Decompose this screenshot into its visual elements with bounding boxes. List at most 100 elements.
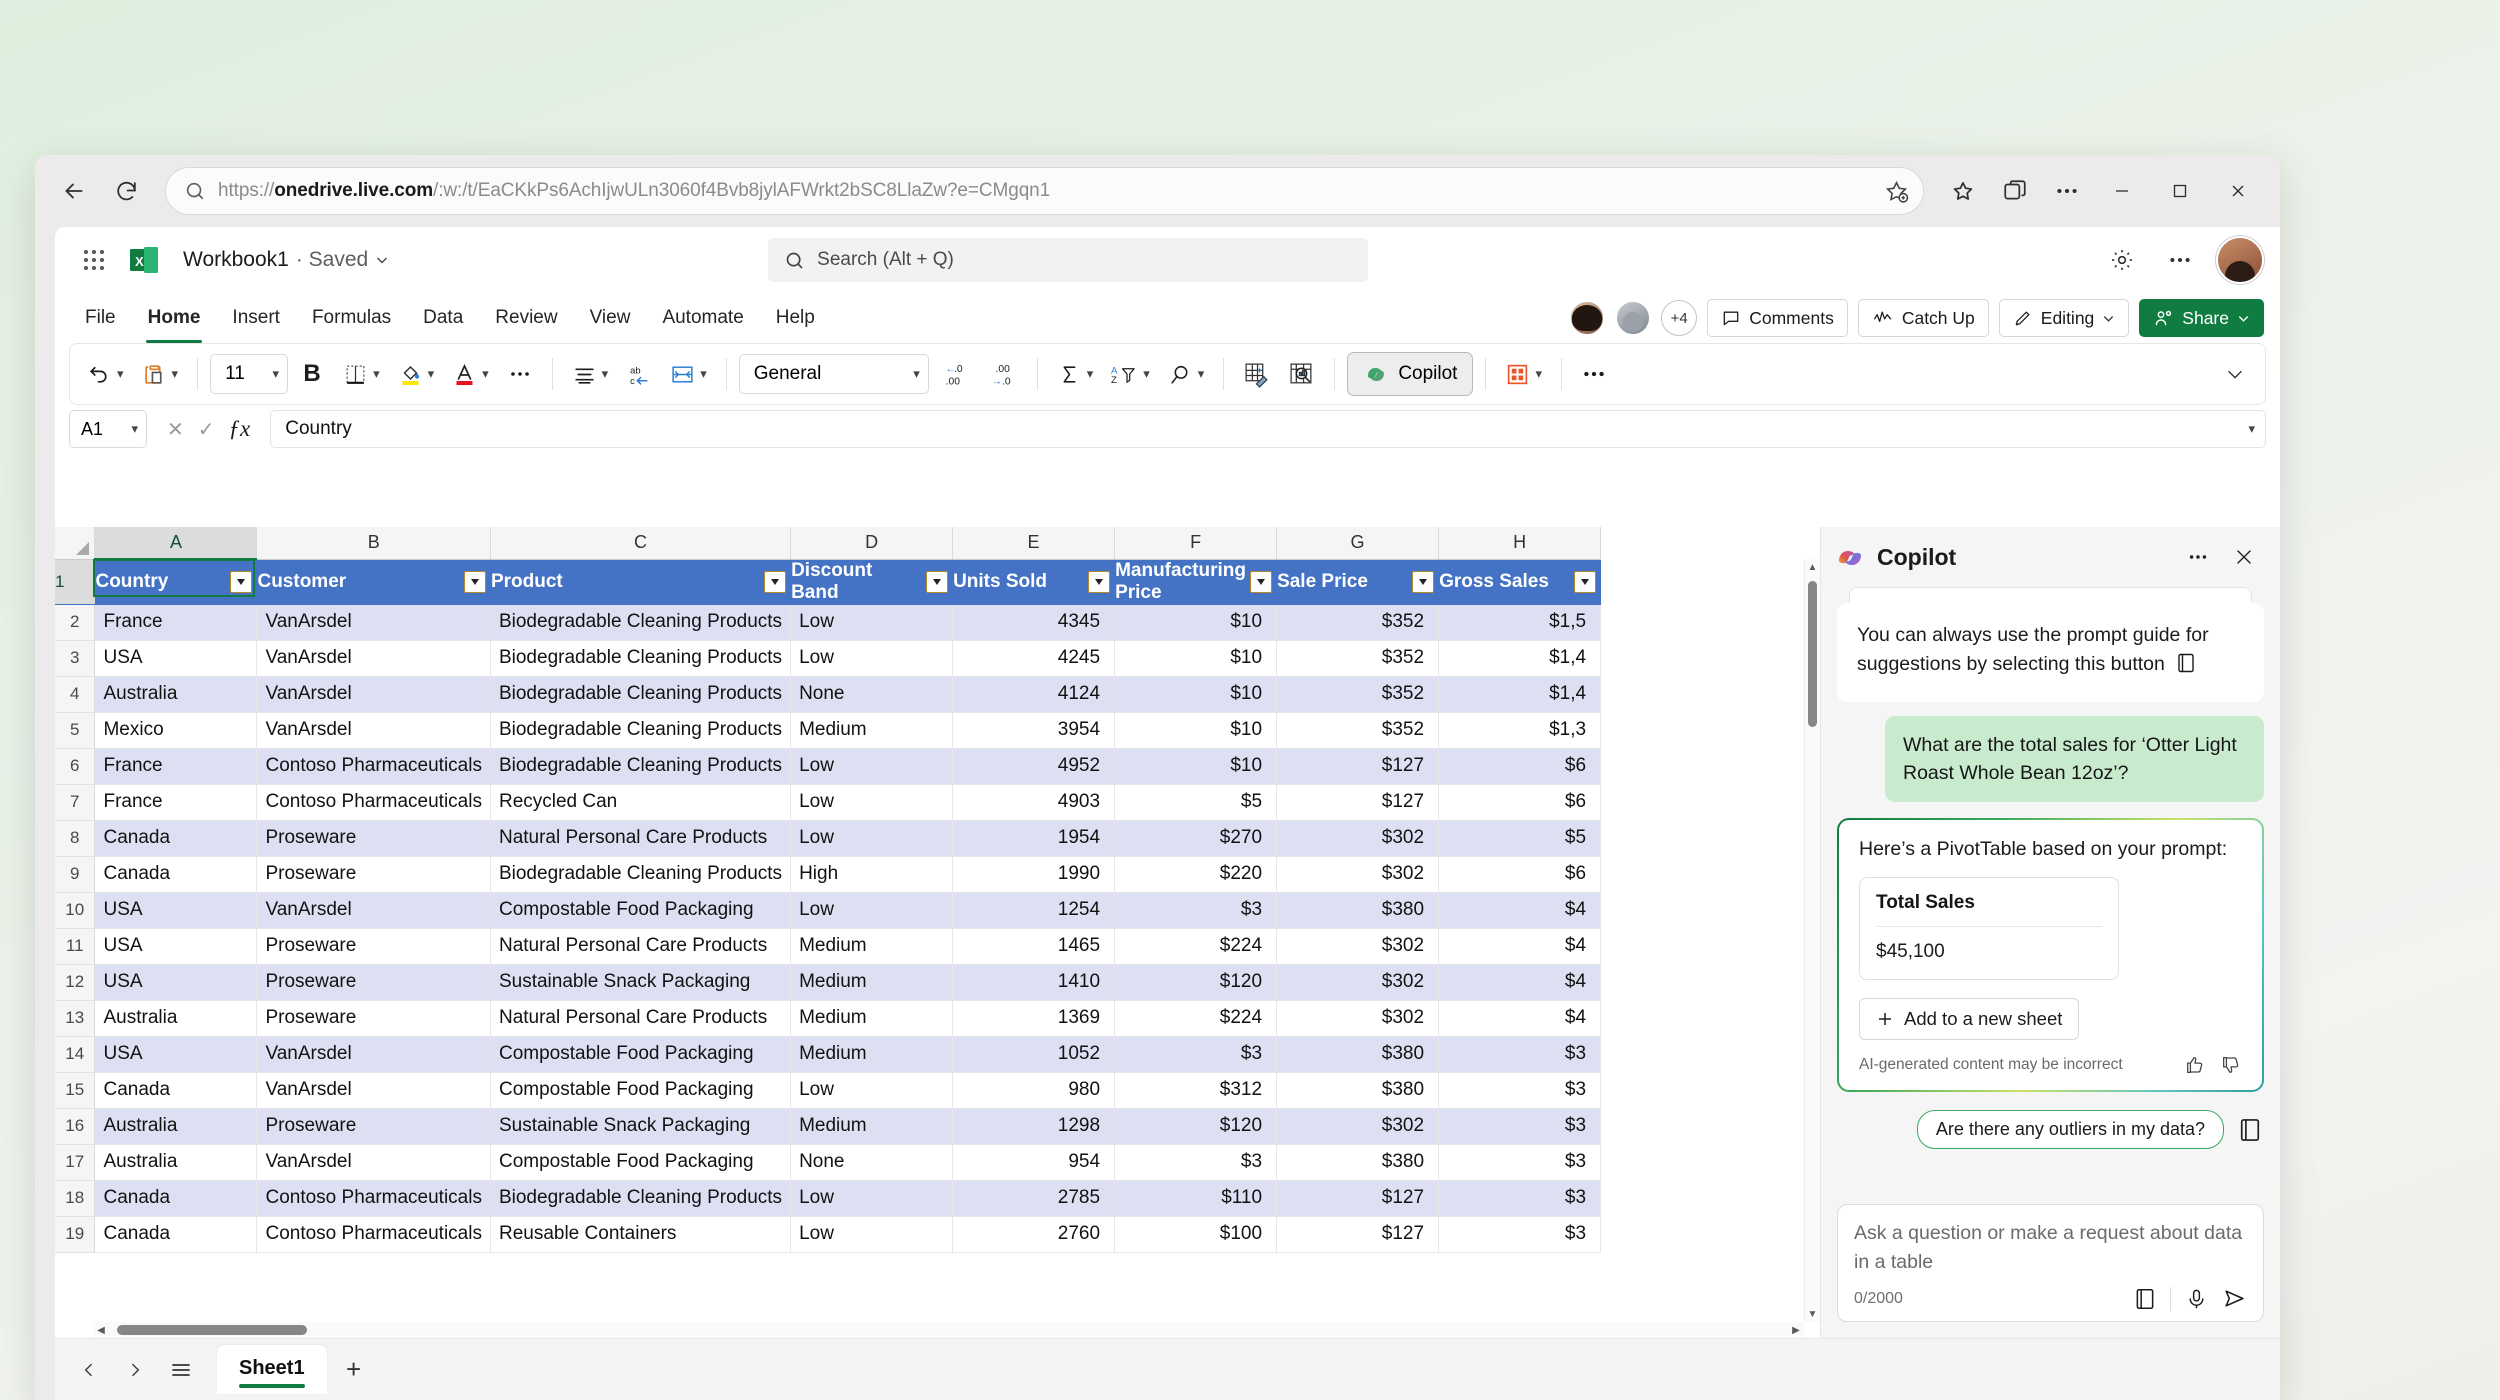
table-cell[interactable]: Natural Personal Care Products: [490, 928, 792, 965]
table-cell[interactable]: 954: [952, 1144, 1116, 1181]
row-header[interactable]: 15: [55, 1072, 96, 1109]
table-cell[interactable]: Biodegradable Cleaning Products: [490, 748, 792, 785]
table-cell[interactable]: USA: [94, 964, 258, 1001]
table-cell[interactable]: Australia: [94, 1000, 258, 1037]
table-cell[interactable]: 4124: [952, 676, 1116, 713]
table-row[interactable]: 15 Canada VanArsdel Compostable Food Packag…: [55, 1072, 1602, 1109]
scroll-left-arrow[interactable]: ◀: [93, 1322, 109, 1338]
row-header[interactable]: 14: [55, 1036, 96, 1073]
table-row[interactable]: 14 USA VanArsdel Compostable Food Packaging…: [55, 1036, 1602, 1073]
account-avatar[interactable]: [2215, 236, 2264, 284]
table-cell[interactable]: $6: [1438, 748, 1602, 785]
vertical-scrollbar[interactable]: ▲ ▼: [1804, 559, 1820, 1322]
table-cell[interactable]: Natural Personal Care Products: [490, 820, 792, 857]
table-cell[interactable]: $1,5: [1438, 604, 1602, 641]
confirm-icon[interactable]: ✓: [198, 417, 215, 442]
table-cell[interactable]: $220: [1114, 856, 1278, 893]
row-header[interactable]: 5: [55, 712, 96, 749]
table-cell[interactable]: $1,4: [1438, 640, 1602, 677]
table-cell[interactable]: 4345: [952, 604, 1116, 641]
table-cell[interactable]: $224: [1114, 928, 1278, 965]
table-header-cell[interactable]: Sale Price: [1276, 559, 1440, 605]
tab-formulas[interactable]: Formulas: [298, 299, 405, 337]
table-cell[interactable]: Canada: [94, 1072, 258, 1109]
table-cell[interactable]: $3: [1438, 1108, 1602, 1145]
search-input[interactable]: Search (Alt + Q): [768, 238, 1369, 282]
more-font-options-icon[interactable]: [500, 352, 540, 396]
table-cell[interactable]: $5: [1438, 820, 1602, 857]
table-row[interactable]: 16 Australia Proseware Sustainable Snack Pa…: [55, 1108, 1602, 1145]
browser-essentials-icon[interactable]: [1992, 168, 2038, 214]
table-cell[interactable]: Low: [790, 604, 954, 641]
table-cell[interactable]: Medium: [790, 964, 954, 1001]
table-cell[interactable]: Medium: [790, 928, 954, 965]
table-cell[interactable]: USA: [94, 1036, 258, 1073]
chevron-left-icon[interactable]: [69, 1350, 109, 1390]
undo-button[interactable]: ▾: [80, 352, 131, 396]
table-cell[interactable]: 1465: [952, 928, 1116, 965]
table-cell[interactable]: $3: [1114, 1036, 1278, 1073]
table-cell[interactable]: Compostable Food Packaging: [490, 892, 792, 929]
table-cell[interactable]: $352: [1276, 676, 1440, 713]
table-row[interactable]: 9 Canada Proseware Biodegradable Cleaning P…: [55, 856, 1602, 893]
more-options-icon[interactable]: [2158, 238, 2202, 282]
table-cell[interactable]: VanArsdel: [256, 1072, 491, 1109]
table-cell[interactable]: $3: [1438, 1180, 1602, 1217]
table-cell[interactable]: $302: [1276, 928, 1440, 965]
decrease-decimal-button[interactable]: ← .0.00: [933, 352, 977, 396]
row-header[interactable]: 1: [55, 559, 96, 605]
close-button[interactable]: [2212, 165, 2264, 217]
row-header[interactable]: 7: [55, 784, 96, 821]
table-header-cell[interactable]: Country: [94, 559, 258, 605]
minimize-button[interactable]: [2096, 165, 2148, 217]
borders-button[interactable]: ▾: [336, 352, 387, 396]
table-cell[interactable]: VanArsdel: [256, 1144, 491, 1181]
table-cell[interactable]: Medium: [790, 712, 954, 749]
vertical-scroll-thumb[interactable]: [1808, 581, 1817, 727]
table-cell[interactable]: Natural Personal Care Products: [490, 1000, 792, 1037]
table-cell[interactable]: $4: [1438, 964, 1602, 1001]
table-cell[interactable]: $352: [1276, 640, 1440, 677]
table-cell[interactable]: $224: [1114, 1000, 1278, 1037]
all-sheets-icon[interactable]: [161, 1350, 201, 1390]
table-cell[interactable]: Low: [790, 1180, 954, 1217]
tab-view[interactable]: View: [576, 299, 645, 337]
table-header-cell[interactable]: Units Sold: [952, 559, 1116, 605]
table-cell[interactable]: France: [94, 784, 258, 821]
fill-color-button[interactable]: ▾: [391, 352, 442, 396]
table-cell[interactable]: Sustainable Snack Packaging: [490, 964, 792, 1001]
collaborator-avatar[interactable]: [1569, 300, 1606, 336]
table-cell[interactable]: 4245: [952, 640, 1116, 677]
table-cell[interactable]: 4903: [952, 784, 1116, 821]
thumbs-up-icon[interactable]: [2184, 1054, 2206, 1076]
filter-dropdown-icon[interactable]: [230, 570, 253, 593]
table-cell[interactable]: France: [94, 748, 258, 785]
table-row[interactable]: 5 Mexico VanArsdel Biodegradable Cleaning P…: [55, 712, 1602, 749]
table-row[interactable]: 2 France VanArsdel Biodegradable Cleaning P…: [55, 604, 1602, 641]
table-cell[interactable]: Low: [790, 820, 954, 857]
row-header[interactable]: 4: [55, 676, 96, 713]
more-options-icon[interactable]: [2180, 539, 2216, 575]
table-row[interactable]: 18 Canada Contoso Pharmaceuticals Biodegrad…: [55, 1180, 1602, 1217]
table-cell[interactable]: $127: [1276, 1180, 1440, 1217]
table-cell[interactable]: VanArsdel: [256, 640, 491, 677]
table-cell[interactable]: Recycled Can: [490, 784, 792, 821]
table-cell[interactable]: 1369: [952, 1000, 1116, 1037]
table-cell[interactable]: $3: [1438, 1216, 1602, 1253]
copilot-input[interactable]: Ask a question or make a request about d…: [1854, 1219, 2247, 1276]
table-cell[interactable]: 1954: [952, 820, 1116, 857]
filter-dropdown-icon[interactable]: [926, 570, 949, 593]
column-header-b[interactable]: B: [256, 527, 491, 560]
sheet-tab-sheet1[interactable]: Sheet1: [217, 1345, 327, 1394]
table-cell[interactable]: $4: [1438, 928, 1602, 965]
table-cell[interactable]: Canada: [94, 856, 258, 893]
table-cell[interactable]: Biodegradable Cleaning Products: [490, 604, 792, 641]
tab-automate[interactable]: Automate: [648, 299, 757, 337]
table-cell[interactable]: USA: [94, 928, 258, 965]
table-cell[interactable]: Reusable Containers: [490, 1216, 792, 1253]
app-launcher-icon[interactable]: [71, 237, 117, 283]
table-cell[interactable]: $3: [1114, 892, 1278, 929]
table-cell[interactable]: $1,3: [1438, 712, 1602, 749]
reload-icon[interactable]: [103, 168, 149, 214]
collapse-ribbon-icon[interactable]: [2215, 352, 2255, 396]
